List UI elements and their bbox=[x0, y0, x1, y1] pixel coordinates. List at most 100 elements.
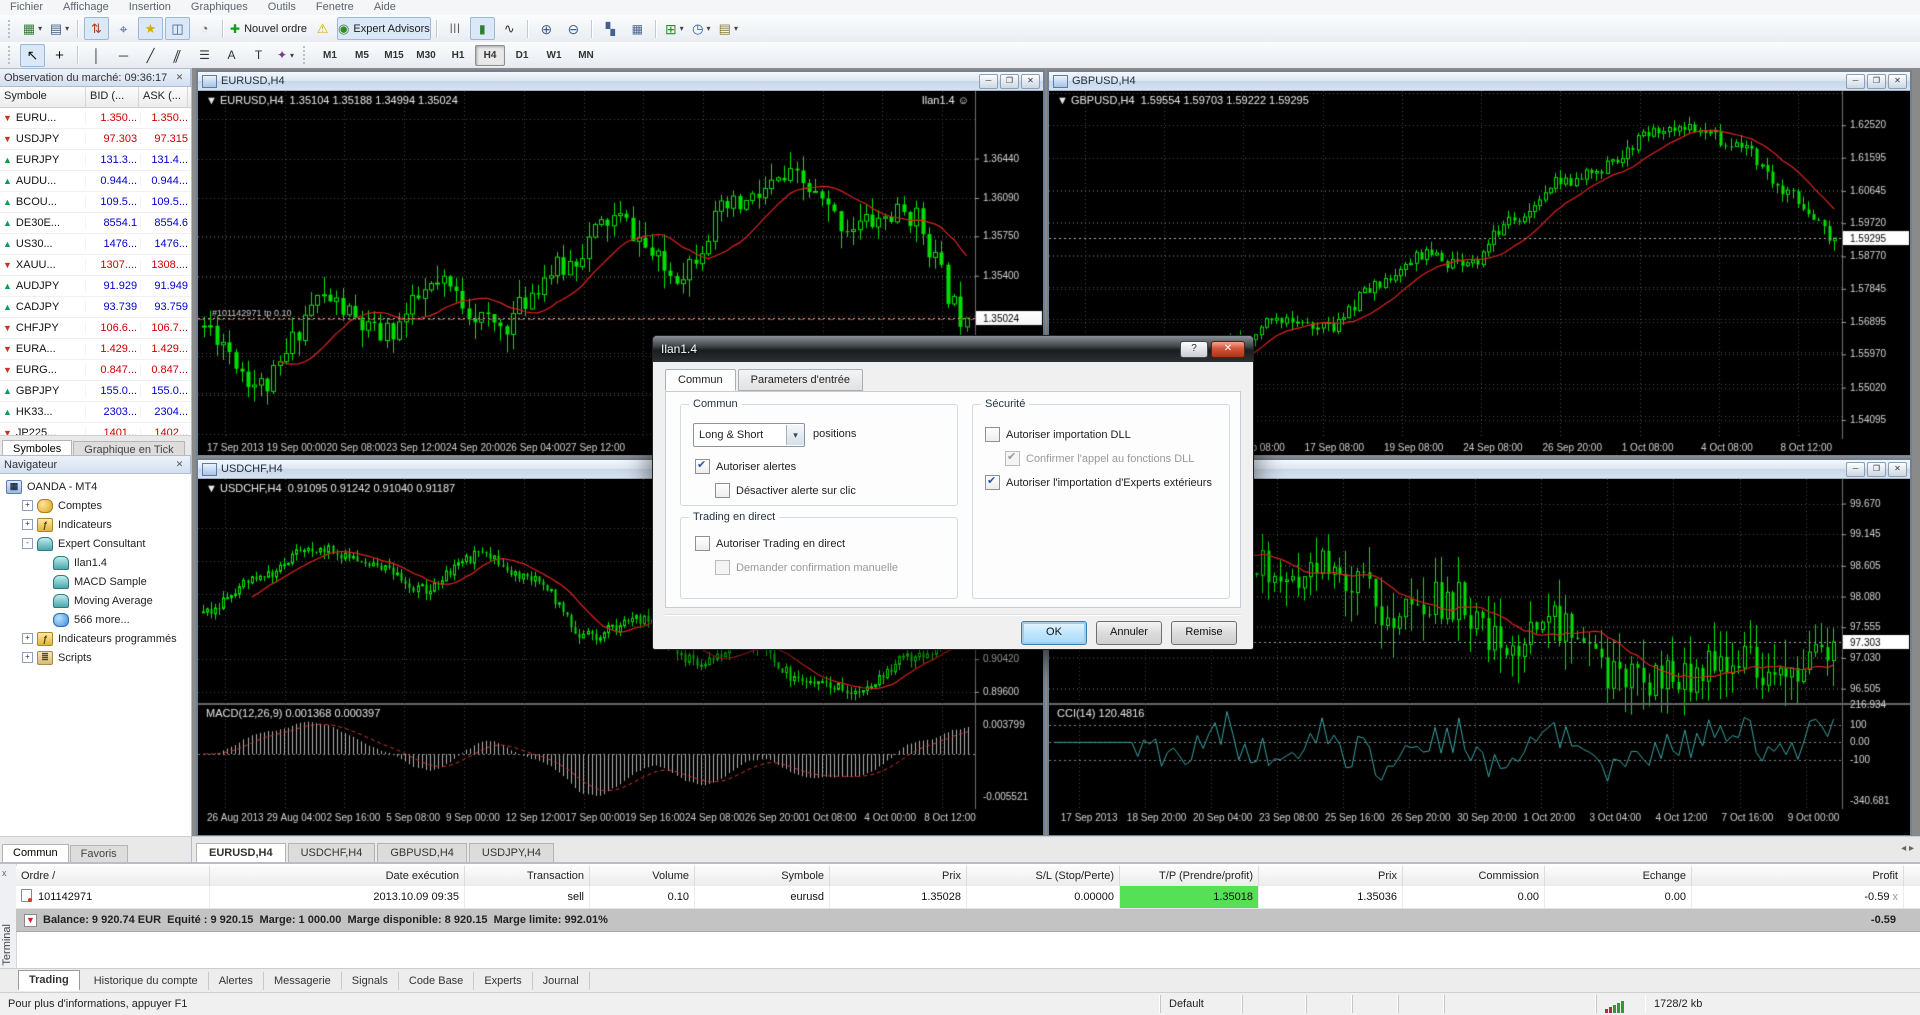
tree-item-scripts[interactable]: +≣Scripts bbox=[0, 648, 191, 667]
terminal-tab-historique-du-compte[interactable]: Historique du compte bbox=[84, 972, 209, 990]
checkbox[interactable] bbox=[985, 475, 1000, 490]
timeframe-m15[interactable]: M15 bbox=[379, 45, 409, 66]
cascade-windows[interactable]: ▚ bbox=[598, 17, 623, 40]
close-icon[interactable]: ✕ bbox=[173, 71, 186, 84]
menu-fenetre[interactable]: Fenetre bbox=[306, 0, 364, 14]
terminal-column-8[interactable]: Prix bbox=[1259, 866, 1403, 886]
timeframe-m1[interactable]: M1 bbox=[315, 45, 345, 66]
terminal-order-row[interactable]: 1011429712013.10.09 09:35sell0.10eurusd1… bbox=[16, 886, 1920, 909]
channel-tool[interactable]: ∥ bbox=[165, 44, 190, 67]
market-watch-row-GBPJPY[interactable]: ▲GBPJPY155.0...155.0... bbox=[0, 381, 191, 402]
terminal-column-7[interactable]: T/P (Prendre/profit) bbox=[1120, 866, 1259, 886]
navigator-tab-favoris[interactable]: Favoris bbox=[70, 845, 128, 862]
terminal-column-3[interactable]: Volume bbox=[590, 866, 695, 886]
terminal-tab-messagerie[interactable]: Messagerie bbox=[264, 972, 342, 990]
checkbox[interactable] bbox=[715, 483, 730, 498]
terminal-column-2[interactable]: Transaction bbox=[465, 866, 590, 886]
candlestick-mode[interactable]: ▮ bbox=[470, 17, 495, 40]
market-watch-row-AUDJPY[interactable]: ▲AUDJPY91.92991.949 bbox=[0, 276, 191, 297]
bar-chart-mode[interactable]: ||| bbox=[443, 17, 468, 40]
dialog-tab-parameters[interactable]: Parameters d'entrée bbox=[738, 369, 863, 391]
timeframe-h4[interactable]: H4 bbox=[475, 45, 505, 66]
label-tool[interactable]: T bbox=[246, 44, 271, 67]
expand-icon[interactable]: + bbox=[22, 519, 33, 530]
market-watch-toggle[interactable]: ⇅ bbox=[84, 17, 109, 40]
tile-windows[interactable]: ▦ bbox=[625, 17, 650, 40]
tree-item-indicateurs-programm-s[interactable]: +ƒIndicateurs programmés bbox=[0, 629, 191, 648]
collapse-icon[interactable]: - bbox=[22, 538, 33, 549]
navigator-toggle[interactable]: ★ bbox=[138, 17, 163, 40]
timeframe-d1[interactable]: D1 bbox=[507, 45, 537, 66]
terminal-tab-trading[interactable]: Trading bbox=[18, 970, 80, 991]
market-watch-row-BCOU[interactable]: ▲BCOU...109.5...109.5... bbox=[0, 192, 191, 213]
menu-graphiques[interactable]: Graphiques bbox=[181, 0, 258, 14]
menu-fichier[interactable]: Fichier bbox=[0, 0, 53, 14]
market-watch-column-1[interactable]: BID (... bbox=[86, 87, 139, 107]
trendline-tool[interactable]: ╱ bbox=[138, 44, 163, 67]
fibonacci-tool[interactable]: ☰ bbox=[192, 44, 217, 67]
market-watch-row-US30[interactable]: ▲US30...1476...1476... bbox=[0, 234, 191, 255]
market-watch-row-EURU[interactable]: ▼EURU...1.350...1.350... bbox=[0, 108, 191, 129]
chart-tab-eurusd-h4[interactable]: EURUSD,H4 bbox=[196, 843, 286, 862]
annuler-button[interactable]: Annuler bbox=[1096, 621, 1162, 645]
terminal-tab-signals[interactable]: Signals bbox=[342, 972, 399, 990]
terminal-column-10[interactable]: Echange bbox=[1545, 866, 1692, 886]
scroll-right-icon[interactable]: ▸ bbox=[1909, 843, 1914, 854]
close-icon[interactable]: ✕ bbox=[173, 458, 186, 471]
expand-icon[interactable]: + bbox=[22, 500, 33, 511]
scroll-left-icon[interactable]: ◂ bbox=[1901, 843, 1909, 854]
hline-tool[interactable]: ─ bbox=[111, 44, 136, 67]
tree-item-expert-consultant[interactable]: -Expert Consultant bbox=[0, 534, 191, 553]
order-close-mark[interactable]: x bbox=[1889, 891, 1898, 903]
timeframe-m5[interactable]: M5 bbox=[347, 45, 377, 66]
menu-aide[interactable]: Aide bbox=[364, 0, 406, 14]
tree-item-ilan1-4[interactable]: Ilan1.4 bbox=[0, 553, 191, 572]
metaeditor-warning[interactable]: ⚠ bbox=[310, 17, 335, 40]
terminal-column-6[interactable]: S/L (Stop/Perte) bbox=[967, 866, 1120, 886]
line-chart-mode[interactable]: ∿ bbox=[497, 17, 522, 40]
tree-item-oanda-mt4[interactable]: ▦OANDA - MT4 bbox=[0, 477, 191, 496]
shapes-menu[interactable]: ✦▾ bbox=[273, 44, 298, 67]
market-watch-row-HK33[interactable]: ▲HK33...2303...2304... bbox=[0, 402, 191, 423]
market-watch-row-EURG[interactable]: ▼EURG...0.847...0.847... bbox=[0, 360, 191, 381]
market-watch-row-CADJPY[interactable]: ▲CADJPY93.73993.759 bbox=[0, 297, 191, 318]
minimize-button[interactable]: ─ bbox=[979, 74, 998, 89]
timeframe-m30[interactable]: M30 bbox=[411, 45, 441, 66]
market-watch-row-DE30E[interactable]: ▲DE30E...8554.18554.6 bbox=[0, 213, 191, 234]
tree-item-566-more-[interactable]: 566 more... bbox=[0, 610, 191, 629]
strategy-tester[interactable]: ◔ bbox=[192, 17, 217, 40]
maximize-button[interactable]: ❐ bbox=[1867, 74, 1886, 89]
market-watch-row-XAUU[interactable]: ▼XAUU...1307....1308.... bbox=[0, 255, 191, 276]
market-watch-column-2[interactable]: ASK (... bbox=[139, 87, 188, 107]
maximize-button[interactable]: ❐ bbox=[1867, 462, 1886, 477]
close-button[interactable]: ✕ bbox=[1888, 74, 1907, 89]
chart-tab-usdjpy-h4[interactable]: USDJPY,H4 bbox=[469, 843, 554, 862]
zoom-in[interactable]: ⊕ bbox=[534, 17, 559, 40]
terminal-column-5[interactable]: Prix bbox=[830, 866, 967, 886]
tab-scroll-arrows[interactable]: ◂ ▸ bbox=[1901, 843, 1914, 854]
market-watch-row-JP225[interactable]: ▼JP225...1401...1402... bbox=[0, 423, 191, 435]
profiles[interactable]: ▤▾ bbox=[47, 17, 72, 40]
checkbox[interactable] bbox=[695, 459, 710, 474]
terminal-tab-journal[interactable]: Journal bbox=[533, 972, 590, 990]
terminal-column-11[interactable]: Profit bbox=[1692, 866, 1904, 886]
market-watch-row-CHFJPY[interactable]: ▼CHFJPY106.6...106.7... bbox=[0, 318, 191, 339]
navigator-tab-commun[interactable]: Commun bbox=[2, 844, 69, 863]
indicators-menu[interactable]: ⊞▾ bbox=[662, 17, 687, 40]
data-window-toggle[interactable]: ⌖ bbox=[111, 17, 136, 40]
tree-item-macd-sample[interactable]: MACD Sample bbox=[0, 572, 191, 591]
new-order-button[interactable]: ✚Nouvel ordre bbox=[229, 17, 308, 40]
vline-tool[interactable]: │ bbox=[84, 44, 109, 67]
chart-window-titlebar[interactable]: EURUSD,H4─❐✕ bbox=[198, 72, 1043, 91]
cursor-tool[interactable]: ↖ bbox=[20, 44, 45, 67]
dialog-help-button[interactable]: ? bbox=[1180, 341, 1208, 358]
text-tool[interactable]: A bbox=[219, 44, 244, 67]
market-watch-row-AUDU[interactable]: ▲AUDU...0.944...0.944... bbox=[0, 171, 191, 192]
market-watch-row-EURJPY[interactable]: ▲EURJPY131.3...131.4... bbox=[0, 150, 191, 171]
maximize-button[interactable]: ❐ bbox=[1000, 74, 1019, 89]
terminal-column-0[interactable]: Ordre / bbox=[16, 866, 210, 886]
periods-menu[interactable]: ◷▾ bbox=[689, 17, 714, 40]
ok-button[interactable]: OK bbox=[1021, 621, 1087, 645]
timeframe-h1[interactable]: H1 bbox=[443, 45, 473, 66]
checkbox[interactable] bbox=[985, 427, 1000, 442]
